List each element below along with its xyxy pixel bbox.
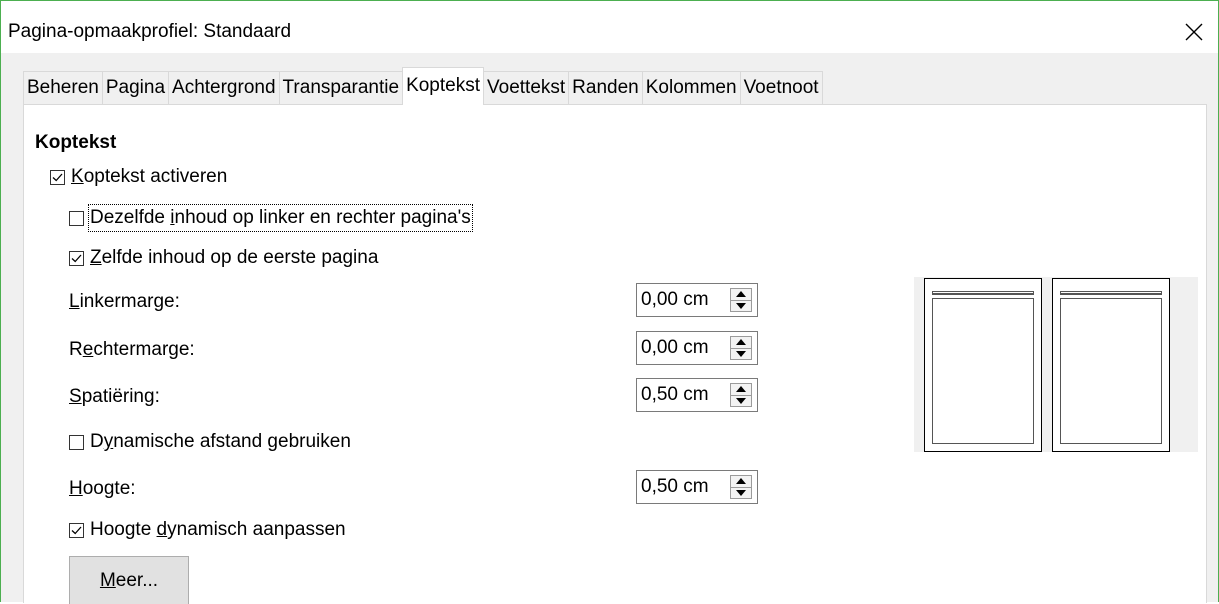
spin-buttons xyxy=(730,475,752,499)
tab-achtergrond[interactable]: Achtergrond xyxy=(168,71,280,105)
decrement-button[interactable] xyxy=(731,394,751,406)
autofit-height-label: Hoogte dynamisch aanpassen xyxy=(90,519,346,540)
tab-randen[interactable]: Randen xyxy=(568,71,643,105)
tab-transparantie[interactable]: Transparantie xyxy=(278,71,404,105)
checkbox-box[interactable] xyxy=(69,210,84,226)
same-content-first-label: Zelfde inhoud op de eerste pagina xyxy=(90,247,379,268)
checkbox-box[interactable] xyxy=(69,250,84,266)
enable-header-checkbox[interactable]: Koptekst activeren xyxy=(50,165,227,189)
close-button[interactable] xyxy=(1176,15,1212,49)
preview-header-area xyxy=(932,291,1034,295)
arrow-up-icon xyxy=(736,339,746,346)
tab-strip: Beheren Pagina Achtergrond Transparantie… xyxy=(23,67,823,105)
tab-voettekst[interactable]: Voettekst xyxy=(483,71,570,105)
spin-buttons xyxy=(730,383,752,407)
increment-button[interactable] xyxy=(731,289,751,300)
spin-buttons xyxy=(730,288,752,312)
arrow-down-icon xyxy=(736,489,746,496)
dialog-window: Pagina-opmaakprofiel: Standaard Beheren … xyxy=(0,0,1219,604)
decrement-button[interactable] xyxy=(731,299,751,311)
window-title: Pagina-opmaakprofiel: Standaard xyxy=(8,21,292,42)
preview-body-area xyxy=(1060,298,1162,444)
left-margin-value[interactable]: 0,00 cm xyxy=(637,288,730,312)
checkbox-box[interactable] xyxy=(69,434,84,450)
left-margin-label: Linkermarge: xyxy=(69,291,180,312)
arrow-up-icon xyxy=(736,291,746,298)
tab-voetnoot[interactable]: Voetnoot xyxy=(739,71,823,105)
tab-kolommen[interactable]: Kolommen xyxy=(641,71,741,105)
dynamic-spacing-checkbox[interactable]: Dynamische afstand gebruiken xyxy=(69,430,351,454)
title-bar: Pagina-opmaakprofiel: Standaard xyxy=(1,1,1218,53)
height-spinbox[interactable]: 0,50 cm xyxy=(636,470,758,504)
checkbox-box[interactable] xyxy=(69,522,84,538)
same-content-lr-label: Dezelfde inhoud op linker en rechter pag… xyxy=(88,204,473,232)
same-content-lr-checkbox[interactable]: Dezelfde inhoud op linker en rechter pag… xyxy=(69,204,473,232)
same-content-first-checkbox[interactable]: Zelfde inhoud op de eerste pagina xyxy=(69,246,378,270)
preview-page-left xyxy=(924,278,1042,452)
increment-button[interactable] xyxy=(731,384,751,395)
enable-header-label: Koptekst activeren xyxy=(71,166,228,187)
preview-header-area xyxy=(1060,291,1162,295)
arrow-down-icon xyxy=(736,350,746,357)
tab-koptekst[interactable]: Koptekst xyxy=(402,67,484,105)
arrow-down-icon xyxy=(736,302,746,309)
increment-button[interactable] xyxy=(731,476,751,487)
more-button[interactable]: Meer... xyxy=(69,556,189,604)
preview-body-area xyxy=(932,298,1034,444)
checkmark-icon xyxy=(71,526,82,534)
autofit-height-checkbox[interactable]: Hoogte dynamisch aanpassen xyxy=(69,518,346,542)
dynamic-spacing-label: Dynamische afstand gebruiken xyxy=(90,431,351,452)
spacing-label: Spatiëring: xyxy=(69,386,160,407)
decrement-button[interactable] xyxy=(731,486,751,498)
decrement-button[interactable] xyxy=(731,347,751,359)
height-label: Hoogte: xyxy=(69,478,136,499)
right-margin-value[interactable]: 0,00 cm xyxy=(637,336,730,360)
spin-buttons xyxy=(730,336,752,360)
spacing-value[interactable]: 0,50 cm xyxy=(637,383,730,407)
preview-page-right xyxy=(1052,278,1170,452)
checkmark-icon xyxy=(71,254,82,262)
tab-panel-koptekst: Koptekst Koptekst activeren Dezelfde inh… xyxy=(23,104,1207,604)
checkmark-icon xyxy=(52,173,63,181)
checkbox-box[interactable] xyxy=(50,169,65,185)
tab-beheren[interactable]: Beheren xyxy=(23,71,103,105)
header-preview xyxy=(914,277,1198,452)
tab-pagina[interactable]: Pagina xyxy=(101,71,170,105)
spacing-spinbox[interactable]: 0,50 cm xyxy=(636,378,758,412)
arrow-down-icon xyxy=(736,397,746,404)
close-icon xyxy=(1185,23,1203,41)
section-title: Koptekst xyxy=(35,132,117,153)
left-margin-spinbox[interactable]: 0,00 cm xyxy=(636,283,758,317)
increment-button[interactable] xyxy=(731,337,751,348)
height-value[interactable]: 0,50 cm xyxy=(637,475,730,499)
right-margin-spinbox[interactable]: 0,00 cm xyxy=(636,331,758,365)
more-button-label: Meer... xyxy=(99,570,159,591)
right-margin-label: Rechtermarge: xyxy=(69,339,195,360)
arrow-up-icon xyxy=(736,478,746,485)
arrow-up-icon xyxy=(736,386,746,393)
